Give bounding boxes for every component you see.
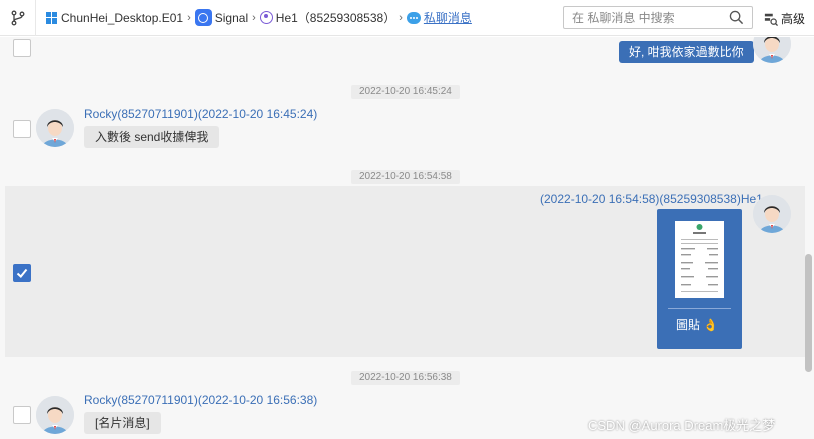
card-divider xyxy=(668,308,731,309)
windows-icon xyxy=(46,11,58,24)
message-select-checkbox-checked[interactable] xyxy=(13,264,31,282)
search-input[interactable]: 在 私聊消息 中搜索 xyxy=(563,6,753,29)
breadcrumb-contact-label: He1（85259308538） xyxy=(275,11,396,25)
watermark-text: CSDN @Aurora Dream极光之梦 xyxy=(588,418,776,433)
breadcrumb-device[interactable]: ChunHei_Desktop.E01 › xyxy=(46,11,195,25)
avatar-person-icon xyxy=(753,37,791,63)
scrollbar-thumb[interactable] xyxy=(805,254,812,372)
avatar xyxy=(753,37,791,63)
branch-button[interactable] xyxy=(0,0,36,36)
message-select-checkbox[interactable] xyxy=(13,120,31,138)
chat-bubble-icon xyxy=(406,11,421,24)
image-caption: 圖貼 👌 xyxy=(676,318,719,332)
breadcrumb-category[interactable]: 私聊消息 xyxy=(406,9,472,26)
breadcrumb-app[interactable]: Signal › xyxy=(194,9,260,26)
advanced-label: 高级 xyxy=(781,12,806,26)
checkmark-icon xyxy=(16,268,28,278)
breadcrumb-contact[interactable]: He1（85259308538） › xyxy=(259,9,407,26)
advanced-search-icon xyxy=(764,13,778,26)
avatar xyxy=(36,396,74,434)
breadcrumb: ChunHei_Desktop.E01 › Signal › He1（85259… xyxy=(36,0,472,36)
message-sender: Rocky(85270711901)(2022-10-20 16:45:24) xyxy=(84,107,318,121)
avatar-person-icon xyxy=(753,195,791,233)
timestamp-divider: 2022-10-20 16:54:58 xyxy=(351,170,460,184)
timestamp-divider: 2022-10-20 16:45:24 xyxy=(351,85,460,99)
breadcrumb-device-label: ChunHei_Desktop.E01 xyxy=(61,10,184,25)
branch-icon xyxy=(11,10,24,25)
message-select-checkbox[interactable] xyxy=(13,406,31,424)
search-placeholder: 在 私聊消息 中搜索 xyxy=(572,11,675,25)
user-icon xyxy=(259,11,273,24)
chevron-right-icon: › xyxy=(252,11,256,24)
chevron-right-icon: › xyxy=(187,11,191,24)
breadcrumb-category-label[interactable]: 私聊消息 xyxy=(424,9,472,26)
top-bar: ChunHei_Desktop.E01 › Signal › He1（85259… xyxy=(0,0,814,36)
avatar-person-icon xyxy=(36,109,74,147)
message-bubble-incoming: [名片消息] xyxy=(84,412,161,434)
message-sender: Rocky(85270711901)(2022-10-20 16:56:38) xyxy=(84,393,318,407)
message-sender: (2022-10-20 16:54:58)(85259308538)He1 xyxy=(540,192,763,206)
message-bubble-incoming: 入數後 send收據俾我 xyxy=(84,126,220,148)
avatar xyxy=(753,195,791,233)
receipt-image[interactable] xyxy=(675,221,724,298)
chevron-right-icon: › xyxy=(399,11,403,24)
chat-message-list[interactable]: 好, 咁我依家過數比你 2022-10-20 16:45:24 Rocky(85… xyxy=(0,37,814,439)
timestamp-divider: 2022-10-20 16:56:38 xyxy=(351,371,460,385)
message-select-checkbox[interactable] xyxy=(13,39,31,57)
avatar-person-icon xyxy=(36,396,74,434)
search-icon[interactable] xyxy=(729,10,744,25)
receipt-thumbnail xyxy=(681,224,718,292)
signal-app-icon xyxy=(194,9,212,26)
image-message-card[interactable]: 圖貼 👌 xyxy=(657,209,742,349)
avatar xyxy=(36,109,74,147)
advanced-search-button[interactable]: 高级 xyxy=(764,10,805,27)
breadcrumb-app-label: Signal xyxy=(214,10,249,25)
message-bubble-outgoing: 好, 咁我依家過數比你 xyxy=(619,41,754,63)
